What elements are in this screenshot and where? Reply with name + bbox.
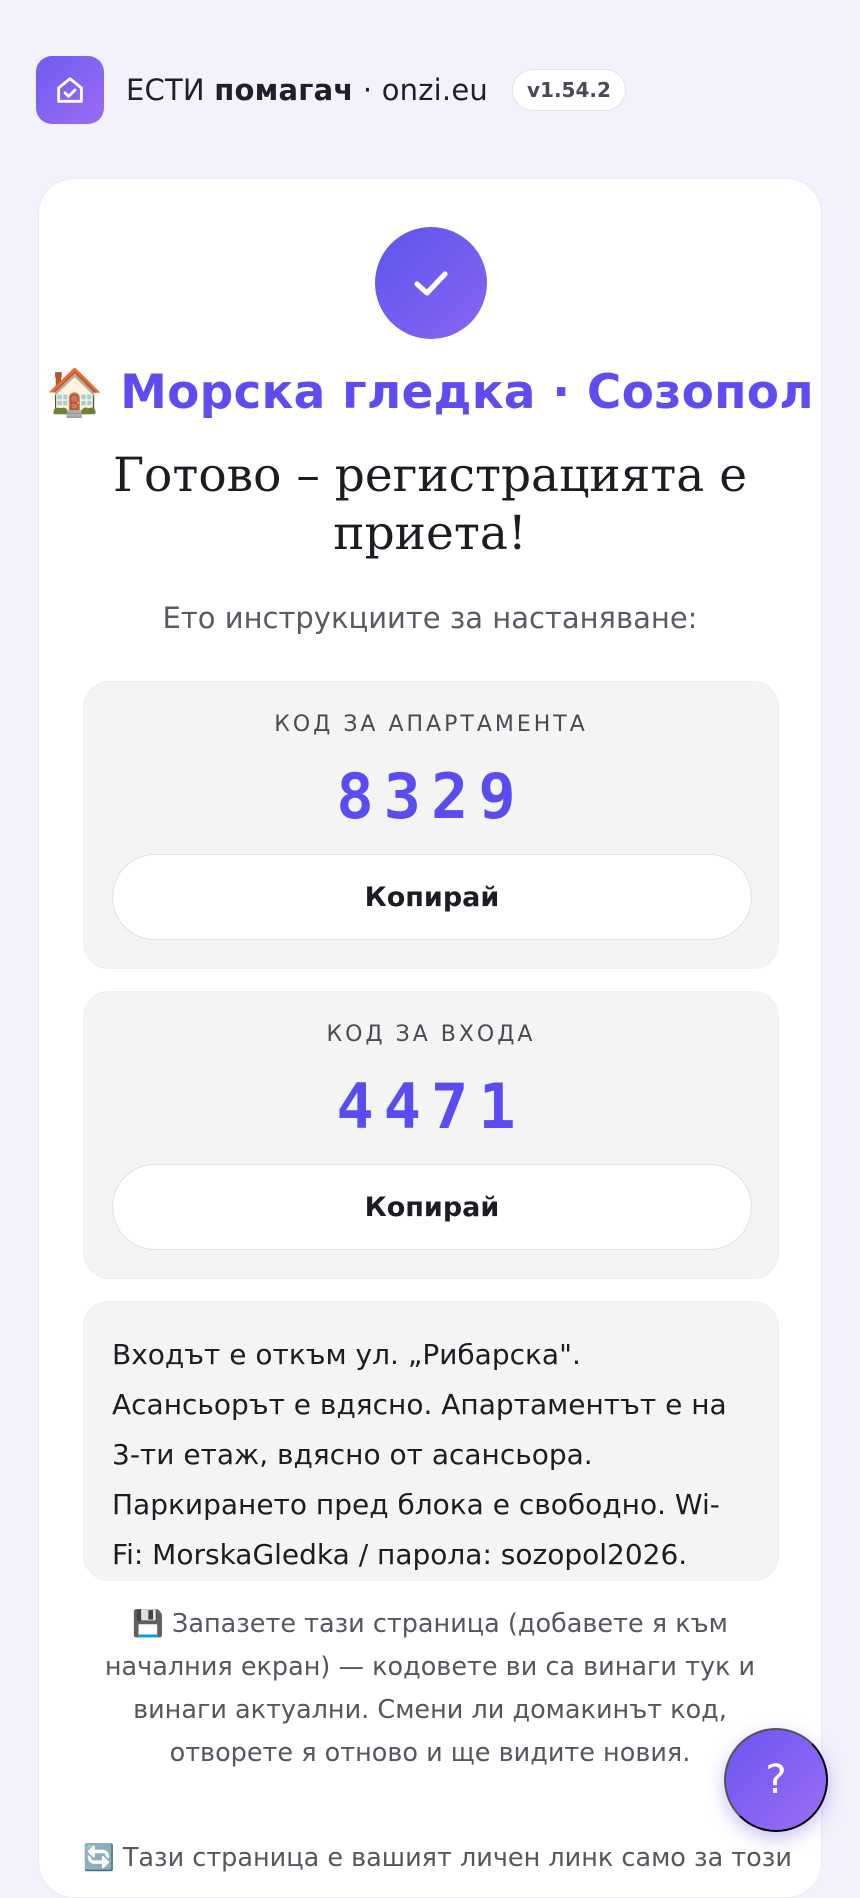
save-page-note: 💾 Запазете тази страница (добавете я към… [104,1609,756,1768]
app-header: ЕСТИ помагач · onzi.eu v1.54.2 [36,56,626,124]
checkmark-icon [375,227,487,339]
property-name: Морска гледка · Созопол [120,365,814,420]
brand-name: ЕСТИ помагач · onzi.eu [126,73,488,107]
property-title: 🏠 Морска гледка · Созопол [39,365,821,420]
page-heading: Готово – регистрацията е приета! [112,448,748,561]
subtitle: Ето инструкциите за настаняване: [162,601,698,635]
apartment-code: 8329 [336,760,526,833]
entrance-code-box: КОД ЗА ВХОДА 4471 Копирай [83,991,779,1279]
code-label: КОД ЗА ВХОДА [326,1022,536,1047]
checkin-instructions: Входът е откъм ул. „Рибарска". Асансьоръ… [83,1301,779,1581]
copy-entrance-code-button[interactable]: Копирай [112,1164,752,1250]
personal-link-note: 🔄 Тази страница е вашият личен линк само… [83,1843,791,1873]
apartment-code-box: КОД ЗА АПАРТАМЕНТА 8329 Копирай [83,681,779,969]
house-icon: 🏠 [46,365,104,419]
help-button[interactable]: ? [724,1728,828,1832]
copy-apartment-code-button[interactable]: Копирай [112,854,752,940]
home-check-icon[interactable] [36,56,104,124]
confirmation-card: 🏠 Морска гледка · Созопол Готово – регис… [38,178,822,1898]
code-label: КОД ЗА АПАРТАМЕНТА [274,712,588,737]
entrance-code: 4471 [336,1070,526,1143]
version-badge: v1.54.2 [511,69,626,111]
